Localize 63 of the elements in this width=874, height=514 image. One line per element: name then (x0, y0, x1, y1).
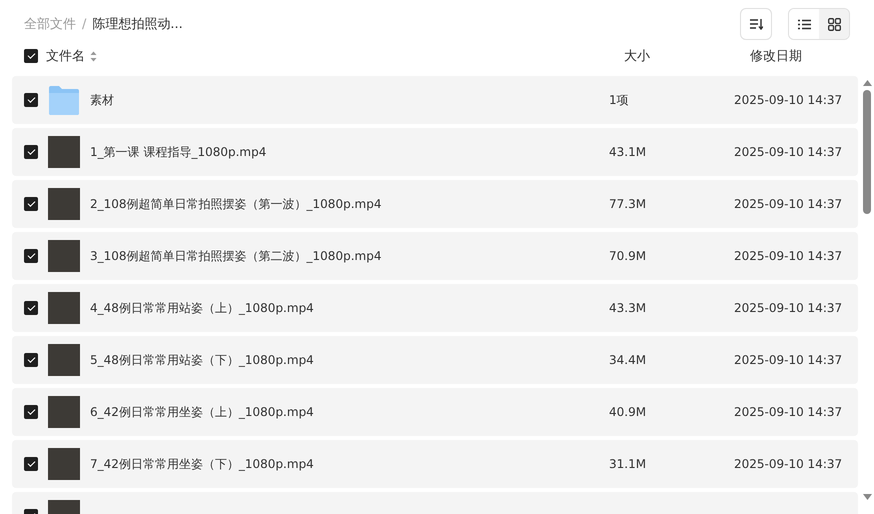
row-checkbox[interactable] (24, 249, 38, 263)
modified-date: 2025-09-10 14:37 (734, 405, 844, 419)
file-row[interactable]: 3_108例超简单日常拍照摆姿（第二波）_1080p.mp4 70.9M 2025-09-10 14:37 (12, 232, 858, 280)
column-header[interactable]: 文件名 (46, 47, 85, 65)
file-name: 7_42例日常常用坐姿（下）_1080p.mp4 (90, 456, 315, 472)
file-name: 6_42例日常常用坐姿（上）_1080p.mp4 (90, 404, 315, 420)
row-checkbox[interactable] (24, 145, 38, 159)
sort-button[interactable] (740, 8, 772, 40)
file-row[interactable]: 2_108例超简单日常拍照摆姿（第一波）_1080p.mp4 77.3M 2025-09-10 14:37 (12, 180, 858, 228)
file-name: 素材 (90, 92, 115, 108)
scrollbar-thumb[interactable] (863, 90, 871, 214)
row-checkbox[interactable] (24, 93, 38, 107)
file-row[interactable]: 1_第一课 课程指导_1080p.mp4 43.1M 2025-09-10 14:37 (12, 128, 858, 176)
row-checkbox[interactable] (24, 405, 38, 419)
scroll-up-icon[interactable] (862, 80, 872, 86)
file-row[interactable]: 素材 1项 2025-09-10 14:37 (12, 76, 858, 124)
photo-placeholder (48, 396, 80, 428)
modified-date: 2025-09-10 14:37 (734, 353, 844, 367)
modified-date: 2025-09-10 14:37 (734, 301, 844, 315)
file-size: 1项 (609, 92, 630, 108)
modified-date: 2025-09-10 14:37 (734, 249, 844, 263)
row-checkbox[interactable] (24, 197, 38, 211)
column-header[interactable]: 修改日期 (750, 47, 874, 65)
file-size: 34.4M (609, 353, 648, 367)
photo-placeholder (48, 136, 80, 168)
file-name: 2_108例超简单日常拍照摆姿（第一波）_1080p.mp4 (90, 196, 382, 212)
file-size: 43.3M (609, 301, 648, 315)
file-name: 1_第一课 课程指导_1080p.mp4 (90, 144, 268, 160)
photo-placeholder (48, 292, 80, 324)
grid-view-button[interactable] (819, 9, 849, 39)
modified-date: 2025-09-10 14:37 (734, 145, 844, 159)
file-name: 5_48例日常常用站姿（下）_1080p.mp4 (90, 352, 315, 368)
file-name: 3_108例超简单日常拍照摆姿（第二波）_1080p.mp4 (90, 248, 382, 264)
column-header[interactable]: 大小 (624, 47, 750, 65)
file-name: 4_48例日常常用站姿（上）_1080p.mp4 (90, 300, 315, 316)
file-size: 31.1M (609, 457, 648, 471)
file-size: 77.3M (609, 197, 648, 211)
row-checkbox[interactable] (24, 353, 38, 367)
grid-icon (828, 18, 840, 30)
row-checkbox[interactable] (24, 457, 38, 471)
select-all-checkbox[interactable] (24, 49, 38, 63)
row-checkbox[interactable] (24, 301, 38, 315)
photo-placeholder (48, 240, 80, 272)
list-icon (798, 18, 810, 30)
file-size: 70.9M (609, 249, 648, 263)
file-row[interactable]: 5_48例日常常用站姿（下）_1080p.mp4 34.4M 2025-09-10 14:37 (12, 336, 858, 384)
modified-date: 2025-09-10 14:37 (734, 197, 844, 211)
scroll-down-icon[interactable] (862, 494, 872, 500)
sort-icon (749, 18, 763, 30)
file-size: 40.9M (609, 405, 648, 419)
file-row[interactable]: 7_42例日常常用坐姿（下）_1080p.mp4 31.1M 2025-09-10 14:37 (12, 440, 858, 488)
folder-icon (48, 84, 80, 116)
file-row[interactable]: 4_48例日常常用站姿（上）_1080p.mp4 43.3M 2025-09-10 14:37 (12, 284, 858, 332)
sort-arrows-icon[interactable] (90, 50, 97, 62)
breadcrumb-item[interactable]: 陈理想拍照动... (92, 15, 183, 33)
modified-date: 2025-09-10 14:37 (734, 93, 844, 107)
modified-date: 2025-09-10 14:37 (734, 457, 844, 471)
photo-placeholder (48, 188, 80, 220)
breadcrumb-separator: / (82, 16, 86, 32)
file-size: 43.1M (609, 145, 648, 159)
file-row[interactable]: 6_42例日常常用坐姿（上）_1080p.mp4 40.9M 2025-09-10 14:37 (12, 388, 858, 436)
photo-placeholder (48, 448, 80, 480)
photo-placeholder (48, 344, 80, 376)
